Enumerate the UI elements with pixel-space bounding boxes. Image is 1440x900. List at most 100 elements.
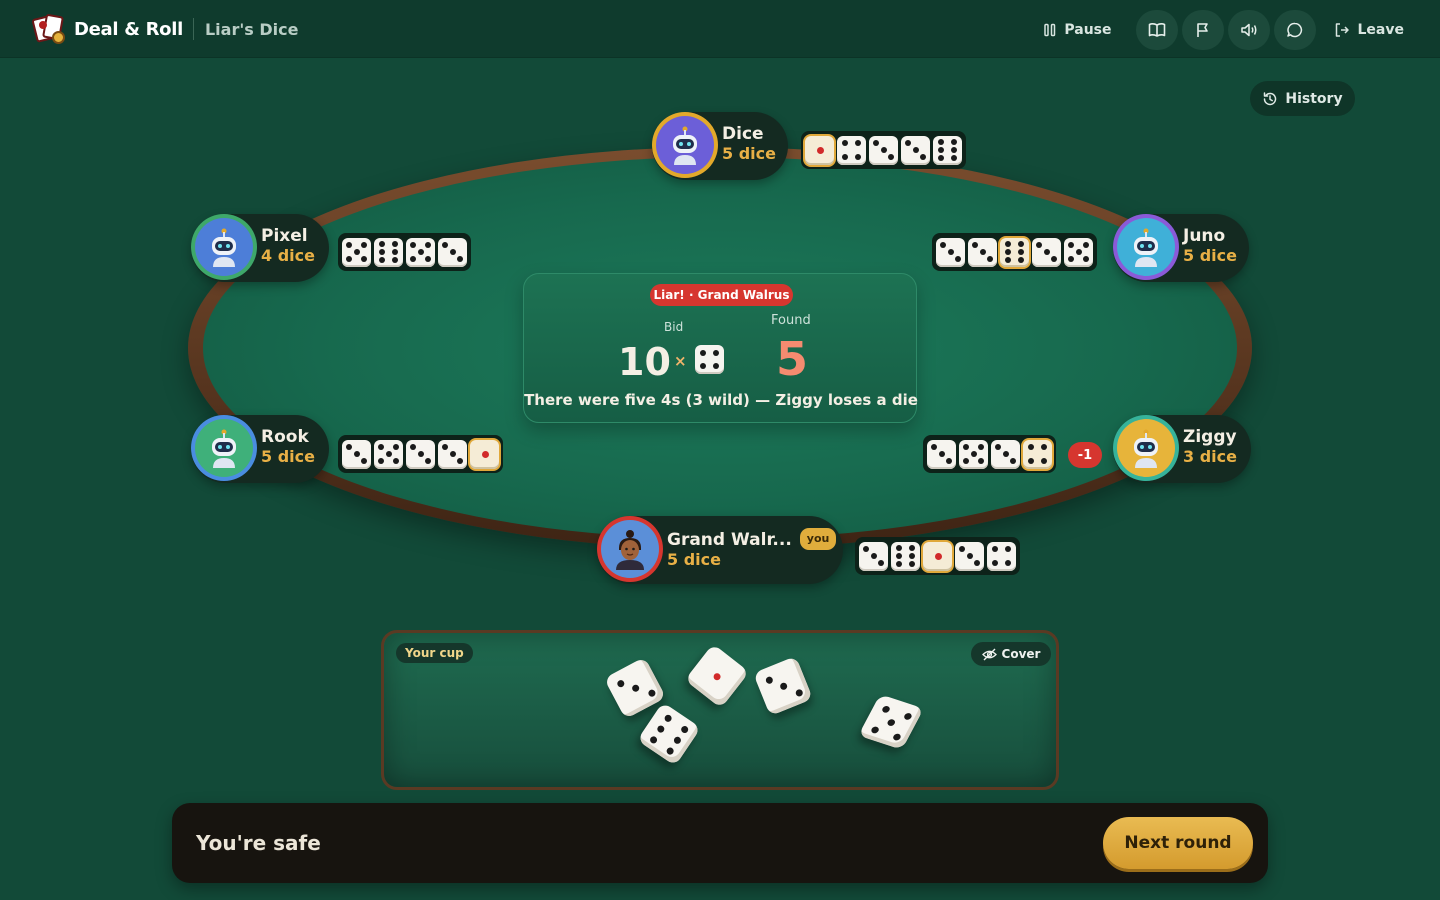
history-button[interactable]: History (1250, 81, 1355, 116)
die-pip (353, 451, 360, 457)
you-badge: you (799, 528, 837, 550)
die-pip (902, 711, 913, 721)
die-pip (481, 451, 489, 458)
player-info: Grand Walr... you 5 dice (667, 528, 837, 570)
die-pip (1027, 457, 1034, 464)
rules-button[interactable] (1135, 10, 1178, 50)
die-face-3 (869, 135, 898, 165)
die-face-3 (991, 439, 1020, 469)
avatar (191, 214, 257, 280)
die-pip (963, 458, 970, 465)
die-pip (665, 746, 676, 756)
dice-row-ziggy (923, 435, 1056, 473)
cards-logo-icon (31, 13, 66, 44)
die-pip (442, 241, 449, 248)
cup-die-5[interactable] (858, 694, 924, 750)
bid-face-die (695, 345, 724, 374)
die-pip (938, 155, 945, 162)
die-pip (973, 560, 980, 567)
die-pip (855, 153, 862, 160)
die-pip (1082, 256, 1089, 263)
die-pip (886, 718, 897, 727)
die-face-3 (927, 439, 956, 469)
avatar (652, 112, 718, 178)
result-message: There were five 4s (3 wild) — Ziggy lose… (524, 391, 918, 409)
die-pip (456, 256, 463, 263)
die-pip (672, 735, 683, 746)
die-pip (713, 363, 720, 370)
player-name: Dice (722, 124, 764, 144)
leave-button[interactable]: Leave (1334, 22, 1404, 38)
die-pip (392, 458, 399, 465)
die-pip (863, 545, 870, 552)
top-actions: Pause Leave (1033, 10, 1404, 50)
next-round-button[interactable]: Next round (1103, 817, 1253, 869)
die-pip (887, 154, 894, 161)
eye-off-icon (981, 648, 997, 660)
cup-die-2[interactable] (637, 702, 701, 766)
die-pip (896, 561, 903, 568)
die-pip (959, 545, 966, 552)
dice-row-pixel (338, 233, 471, 271)
dice-row-dice (801, 131, 966, 169)
die-pip (424, 256, 431, 263)
pause-button[interactable]: Pause (1033, 11, 1121, 49)
die-pip (938, 451, 945, 457)
die-face-6 (891, 541, 920, 571)
die-pip (615, 678, 625, 689)
die-pip (950, 155, 957, 162)
die-pip (1005, 249, 1012, 255)
die-pip (1041, 444, 1048, 451)
player-seat-rook: Rook 5 dice (191, 415, 329, 483)
cup-die-4[interactable] (753, 656, 813, 716)
die-face-3 (438, 237, 467, 267)
cover-button[interactable]: Cover (971, 642, 1051, 666)
cup-die-3[interactable] (684, 643, 750, 709)
die-pip (869, 725, 880, 734)
die-pip (972, 241, 979, 248)
die-pip (699, 363, 706, 370)
chat-button[interactable] (1273, 10, 1316, 50)
die-pip (908, 544, 915, 551)
die-pip (385, 451, 392, 457)
die-pip (991, 559, 998, 566)
die-pip (977, 443, 984, 450)
die-pip (392, 443, 399, 450)
die-pip (1027, 444, 1034, 451)
die-pip (346, 443, 353, 450)
top-bar: Deal & Roll Liar's Dice Pause Leave (0, 0, 1440, 58)
die-pip (877, 560, 884, 567)
your-cup: Your cup Cover (381, 630, 1059, 790)
die-face-3 (936, 237, 965, 267)
die-pip (950, 147, 957, 153)
die-pip (947, 249, 954, 255)
player-dice-count: 4 dice (261, 246, 315, 265)
die-pip (346, 256, 353, 263)
die-pip (699, 349, 706, 356)
die-pip (1082, 241, 1089, 248)
pause-icon (1044, 23, 1056, 37)
sound-button[interactable] (1227, 10, 1270, 50)
player-info: Pixel 4 dice (261, 226, 315, 266)
report-button[interactable] (1181, 10, 1224, 50)
die-pip (456, 458, 463, 465)
history-label: History (1285, 90, 1343, 107)
die-pip (1050, 256, 1057, 263)
die-face-3 (968, 237, 997, 267)
die-face-1 (470, 439, 499, 469)
die-pip (979, 249, 986, 255)
die-face-3 (1032, 237, 1061, 267)
liar-call-tag: Liar! · Grand Walrus (650, 284, 793, 306)
robot-icon (1134, 429, 1158, 468)
player-dice-count: 3 dice (1183, 447, 1237, 466)
die-pip (938, 147, 945, 153)
die-pip (912, 147, 919, 153)
die-pip (713, 349, 720, 356)
die-pip (934, 553, 942, 560)
history-icon (1264, 91, 1277, 105)
player-seat-pixel: Pixel 4 dice (191, 214, 329, 282)
die-pip (1017, 249, 1024, 255)
die-pip (417, 249, 424, 255)
die-pip (378, 458, 385, 465)
die-pip (779, 681, 789, 691)
